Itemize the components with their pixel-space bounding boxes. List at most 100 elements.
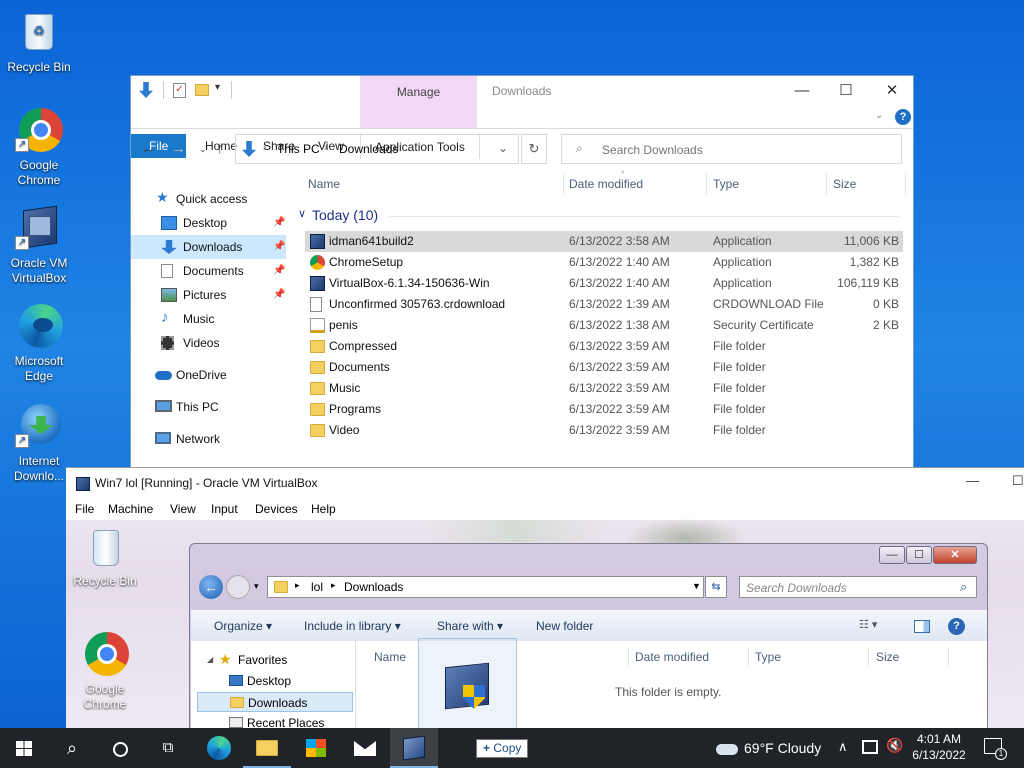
nav-item-downloads[interactable]: Downloads 📌	[131, 235, 286, 259]
guest-icon-chrome[interactable]: Google Chrome	[67, 630, 143, 712]
address-bar[interactable]: › This PC › Downloads ⌄	[235, 134, 519, 164]
weather-widget[interactable]: 69°F Cloudy	[712, 728, 832, 768]
taskbar-edge[interactable]	[195, 728, 243, 768]
breadcrumb-this-pc[interactable]: This PC	[277, 142, 320, 156]
win7-forward-button[interactable]	[226, 575, 250, 599]
nav-item-onedrive[interactable]: OneDrive	[131, 363, 286, 387]
desktop-icon-edge[interactable]: Microsoft Edge	[1, 302, 77, 384]
nav-item-quick-access[interactable]: ★ Quick access	[131, 187, 286, 211]
menu-input[interactable]: Input	[211, 502, 238, 516]
win7-column-type[interactable]: Type	[755, 650, 781, 664]
nav-item-pictures[interactable]: Pictures 📌	[131, 283, 286, 307]
win7-column-size[interactable]: Size	[876, 650, 899, 664]
nav-item-desktop[interactable]: Desktop 📌	[131, 211, 286, 235]
new-folder-icon[interactable]	[195, 84, 209, 96]
minimize-button[interactable]: —	[779, 76, 825, 106]
win7-recent-pages-icon[interactable]: ▾	[254, 581, 259, 592]
taskbar-store[interactable]	[292, 728, 340, 768]
nav-item-documents[interactable]: Documents 📌	[131, 259, 286, 283]
file-row[interactable]: Unconfirmed 305763.crdownload 6/13/2022 1…	[305, 294, 903, 315]
vm-guest-screen[interactable]: Recycle Bin Google Chrome — ☐ ✕ ← ▾ ▸ lo…	[66, 518, 1024, 732]
win7-nav-desktop[interactable]: Desktop	[197, 671, 353, 691]
win7-close-button[interactable]: ✕	[933, 546, 977, 564]
desktop-icon-chrome[interactable]: ↗ Google Chrome	[1, 106, 77, 188]
file-row[interactable]: Video 6/13/2022 3:59 AM File folder	[305, 420, 903, 441]
task-view-button[interactable]: ⧉	[144, 728, 192, 768]
view-options-icon[interactable]: ☷ ▾	[859, 618, 877, 631]
address-dropdown-icon[interactable]: ⌄	[498, 141, 508, 155]
win7-include-in-library-button[interactable]: Include in library ▾	[304, 614, 401, 638]
guest-icon-recycle-bin[interactable]: Recycle Bin	[67, 526, 143, 589]
column-header-size[interactable]: Size	[833, 173, 856, 195]
win7-refresh-button[interactable]: ⇆	[705, 576, 727, 598]
properties-icon[interactable]: ✓	[173, 83, 186, 98]
win7-column-date-modified[interactable]: Date modified	[635, 650, 709, 664]
file-row[interactable]: penis 6/13/2022 1:38 AM Security Certifica…	[305, 315, 903, 336]
win7-organize-button[interactable]: Organize ▾	[214, 614, 272, 638]
menu-machine[interactable]: Machine	[108, 502, 153, 516]
win7-nav-favorites[interactable]: Favorites	[238, 653, 287, 667]
back-button[interactable]: ←	[141, 140, 156, 157]
maximize-button[interactable]: ☐	[823, 76, 869, 106]
nav-item-this-pc[interactable]: This PC	[131, 395, 286, 419]
nav-item-network[interactable]: Network	[131, 427, 286, 451]
taskbar-mail[interactable]	[341, 728, 389, 768]
win7-back-button[interactable]: ←	[199, 575, 223, 599]
win7-search-input[interactable]: Search Downloads	[746, 581, 847, 595]
customize-toolbar-icon[interactable]: ▾	[215, 82, 220, 93]
recent-locations-icon[interactable]: ⌄	[199, 144, 207, 155]
search-box[interactable]: ⌕ Search Downloads	[561, 134, 902, 164]
virtualbox-window[interactable]: Win7 lol [Running] - Oracle VM VirtualBo…	[66, 467, 1024, 732]
win7-new-folder-button[interactable]: New folder	[536, 614, 593, 638]
column-header-name[interactable]: Name	[308, 173, 340, 195]
breadcrumb-downloads[interactable]: Downloads	[339, 142, 398, 156]
win7-search-box[interactable]: Search Downloads ⌕	[739, 576, 977, 598]
file-explorer-window[interactable]: ✓ ▾ Manage Downloads — ☐ ✕ File Home Sha…	[130, 75, 914, 468]
menu-help[interactable]: Help	[311, 502, 336, 516]
taskbar-file-explorer[interactable]	[243, 728, 291, 768]
win7-nav-downloads[interactable]: Downloads	[197, 692, 353, 712]
nav-item-music[interactable]: ♪ Music	[131, 307, 286, 331]
notification-center-button[interactable]: 1	[984, 738, 1007, 760]
show-hidden-icons-button[interactable]: ∧	[838, 739, 848, 755]
taskbar-virtualbox[interactable]	[390, 728, 438, 768]
file-row[interactable]: Programs 6/13/2022 3:59 AM File folder	[305, 399, 903, 420]
up-button[interactable]: ↑	[216, 140, 224, 157]
close-button[interactable]: ✕	[869, 76, 913, 106]
preview-pane-icon[interactable]	[914, 620, 930, 633]
file-row[interactable]: ChromeSetup 6/13/2022 1:40 AM Application 1…	[305, 252, 903, 273]
desktop-icon-virtualbox[interactable]: ↗ Oracle VM VirtualBox	[1, 204, 77, 286]
menu-view[interactable]: View	[170, 502, 196, 516]
win7-address-bar[interactable]: ▸ lol ▸ Downloads ▼	[267, 576, 704, 598]
win7-explorer-window[interactable]: — ☐ ✕ ← ▾ ▸ lol ▸ Downloads ▼ ⇆ Search D…	[189, 543, 988, 732]
win7-help-icon[interactable]: ?	[948, 618, 965, 635]
file-row[interactable]: Music 6/13/2022 3:59 AM File folder	[305, 378, 903, 399]
virtualbox-minimize-button[interactable]: —	[966, 473, 979, 488]
expand-arrow-icon[interactable]: ◢	[207, 655, 213, 664]
expand-ribbon-icon[interactable]: ⌄	[875, 110, 883, 121]
menu-file[interactable]: File	[75, 502, 94, 516]
start-button[interactable]	[0, 728, 48, 768]
nav-item-videos[interactable]: Videos	[131, 331, 286, 355]
virtualbox-maximize-button[interactable]: ☐	[1012, 473, 1024, 489]
cortana-button[interactable]	[96, 728, 144, 768]
win7-minimize-button[interactable]: —	[879, 546, 905, 564]
help-icon[interactable]: ?	[895, 109, 911, 125]
network-status-icon[interactable]	[862, 740, 878, 754]
volume-muted-icon[interactable]: 🔇	[886, 737, 903, 754]
win7-breadcrumb-downloads[interactable]: Downloads	[344, 580, 403, 594]
file-row[interactable]: VirtualBox-6.1.34-150636-Win 6/13/2022 1:…	[305, 273, 903, 294]
win7-breadcrumb-lol[interactable]: lol	[311, 580, 323, 594]
win7-share-with-button[interactable]: Share with ▾	[437, 614, 503, 638]
win7-maximize-button[interactable]: ☐	[906, 546, 932, 564]
column-header-type[interactable]: Type	[713, 173, 739, 195]
menu-devices[interactable]: Devices	[255, 502, 298, 516]
refresh-button[interactable]: ↻	[521, 134, 547, 164]
file-row[interactable]: Compressed 6/13/2022 3:59 AM File folder	[305, 336, 903, 357]
group-header-today[interactable]: ∨ Today (10)	[296, 206, 904, 226]
win7-address-dropdown-icon[interactable]: ▼	[692, 581, 701, 591]
search-input[interactable]: Search Downloads	[602, 143, 703, 157]
forward-button[interactable]: →	[171, 140, 186, 157]
file-row[interactable]: idman641build2 6/13/2022 3:58 AM Applicati…	[305, 231, 903, 252]
search-button[interactable]: ⌕	[48, 728, 96, 768]
